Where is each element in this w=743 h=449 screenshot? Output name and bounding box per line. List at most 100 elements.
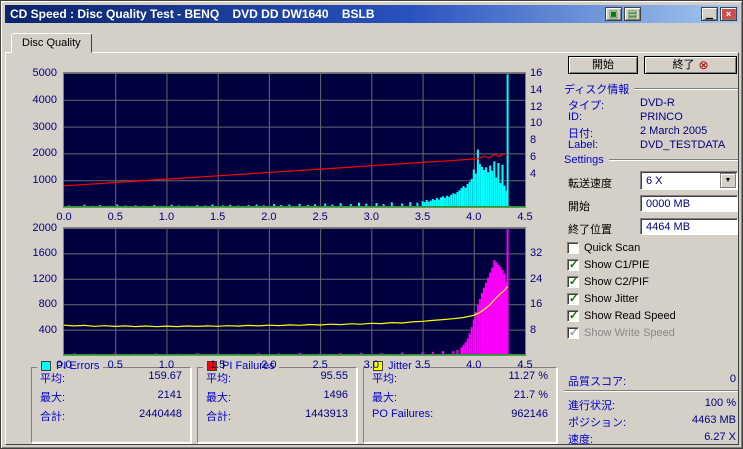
end-position-input[interactable]: 4464 MB	[640, 218, 738, 235]
divider	[634, 88, 738, 90]
axis-tick-label: 24	[530, 272, 543, 285]
divider	[608, 159, 738, 161]
checkbox-box: ✓	[567, 259, 579, 271]
save-icon: ▤	[627, 9, 638, 20]
axis-tick-label: 0.5	[107, 359, 123, 371]
end-position-label: 終了位置	[568, 224, 612, 236]
settings-header: Settings	[564, 154, 738, 166]
checkbox-show-write-speed: ✓ Show Write Speed	[567, 326, 737, 340]
pi-errors-swatch	[41, 361, 51, 371]
axis-tick-label: 2000	[32, 222, 57, 234]
checkbox-show-jitter[interactable]: ✓ Show Jitter	[567, 292, 737, 306]
check-icon: ✓	[569, 276, 579, 288]
speed-select[interactable]: 6 X ▼	[640, 171, 738, 190]
axis-tick-label: 1200	[32, 272, 57, 285]
checkbox-box: ✓	[567, 242, 579, 254]
axis-tick-label: 3.0	[363, 211, 379, 223]
end-position-value: 4464 MB	[646, 221, 691, 233]
pi-failures-chart	[63, 227, 526, 356]
axis-tick-label: 4.5	[517, 211, 533, 223]
minimize-button[interactable]: ▁	[701, 7, 718, 21]
axis-tick-label: 4000	[32, 93, 57, 106]
axis-tick-label: 3.5	[414, 211, 431, 223]
exit-button-label: 終了	[672, 59, 695, 71]
pi-failures-panel: PI Failures 平均: 95.55 最大: 1496 合計: 1443913	[197, 360, 357, 443]
checkbox-label: Show Read Speed	[584, 310, 676, 322]
axis-tick-label: 12	[530, 100, 543, 113]
chart-canvas	[64, 228, 525, 355]
axis-tick-label: 4	[530, 167, 537, 180]
axis-tick-label: 1000	[32, 174, 57, 187]
stat-row: 合計: 1443913	[206, 408, 348, 423]
tab-label: Disc Quality	[22, 37, 81, 49]
start-button-label: 開始	[592, 59, 614, 71]
window-title: CD Speed : Disc Quality Test - BENQ DVD …	[10, 7, 375, 21]
axis-tick-label: 2000	[32, 147, 57, 160]
speed-select-label: 転送速度	[568, 178, 612, 190]
checkbox-box: ✓	[567, 310, 579, 322]
chart-canvas	[64, 73, 525, 207]
axis-tick-label: 1.5	[210, 359, 226, 371]
pi-errors-panel: PI Errors 平均: 159.67 最大: 2141 合計: 2440448	[31, 360, 191, 443]
checkbox-show-c2-pif[interactable]: ✓ Show C2/PIF	[567, 275, 737, 289]
close-button[interactable]: ×	[720, 7, 737, 21]
axis-tick-label: 6	[530, 150, 537, 163]
axis-tick-label: 16	[530, 67, 543, 79]
progress-row: 進行状況: 100 %	[568, 397, 736, 412]
save-button[interactable]: ▤	[624, 7, 641, 21]
checkbox-box: ✓	[567, 327, 579, 339]
speed-row: 速度: 6.27 X	[568, 431, 736, 446]
axis-tick-label: 32	[530, 247, 543, 260]
axis-tick-label: 1.5	[210, 211, 226, 223]
check-icon: ✓	[569, 259, 579, 271]
jitter-panel: Jitter 平均: 11.27 % 最大: 21.7 % PO Failures:…	[363, 360, 557, 443]
capture-button[interactable]: ▣	[605, 7, 622, 21]
checkbox-label: Show C2/PIF	[584, 276, 649, 288]
start-position-input[interactable]: 0000 MB	[640, 195, 738, 212]
disc-id-row: ID: PRINCO	[568, 111, 683, 123]
checkbox-label: Show Write Speed	[584, 327, 675, 339]
check-icon: ✓	[569, 327, 579, 339]
checkbox-box: ✓	[567, 293, 579, 305]
axis-tick-label: 0.0	[56, 211, 72, 223]
chevron-down-icon: ▼	[724, 177, 732, 184]
checkbox-label: Show C1/PIE	[584, 259, 650, 271]
checkbox-show-c1-pie[interactable]: ✓ Show C1/PIE	[567, 258, 737, 272]
tab-disc-quality[interactable]: Disc Quality	[11, 33, 92, 53]
stat-row: 最大: 1496	[206, 389, 348, 404]
axis-tick-label: 1.0	[158, 359, 175, 371]
start-position-label: 開始	[568, 201, 590, 213]
check-icon: ✓	[569, 293, 579, 305]
axis-tick-label: 800	[38, 298, 57, 311]
checkbox-show-read-speed[interactable]: ✓ Show Read Speed	[567, 309, 737, 323]
axis-tick-label: 8	[530, 134, 537, 146]
axis-tick-label: 2.0	[261, 359, 277, 371]
axis-tick-label: 14	[530, 83, 543, 96]
cd-speed-window: CD Speed : Disc Quality Test - BENQ DVD …	[0, 0, 743, 449]
stat-row: 最大: 21.7 %	[372, 389, 548, 404]
disc-label-row: Label: DVD_TESTDATA	[568, 139, 726, 151]
divider	[564, 390, 738, 392]
axis-tick-label: 2.5	[312, 211, 328, 223]
start-position-value: 0000 MB	[646, 198, 691, 210]
axis-tick-label: 8	[530, 323, 537, 336]
pi-errors-chart	[63, 72, 526, 208]
axis-tick-label: 1.0	[158, 211, 175, 223]
checkbox-quick-scan[interactable]: ✓ Quick Scan	[567, 241, 737, 255]
axis-tick-label: 1600	[32, 247, 57, 260]
start-button[interactable]: 開始	[568, 56, 638, 74]
disc-type-row: タイプ: DVD-R	[568, 97, 675, 112]
combo-arrow-button[interactable]: ▼	[720, 173, 736, 188]
check-icon: ✓	[569, 310, 579, 322]
axis-tick-label: 2.5	[312, 359, 328, 371]
exit-icon: ⊗	[698, 58, 709, 72]
axis-tick-label: 0.5	[107, 211, 123, 223]
stat-row: 最大: 2141	[40, 389, 182, 404]
capture-icon: ▣	[608, 9, 619, 20]
axis-tick-label: 16	[530, 298, 543, 311]
axis-tick-label: 3.0	[363, 359, 379, 371]
minimize-icon: ▁	[706, 9, 713, 19]
checkbox-box: ✓	[567, 276, 579, 288]
speed-select-value: 6 X	[646, 175, 663, 187]
exit-button[interactable]: 終了 ⊗	[644, 56, 737, 74]
